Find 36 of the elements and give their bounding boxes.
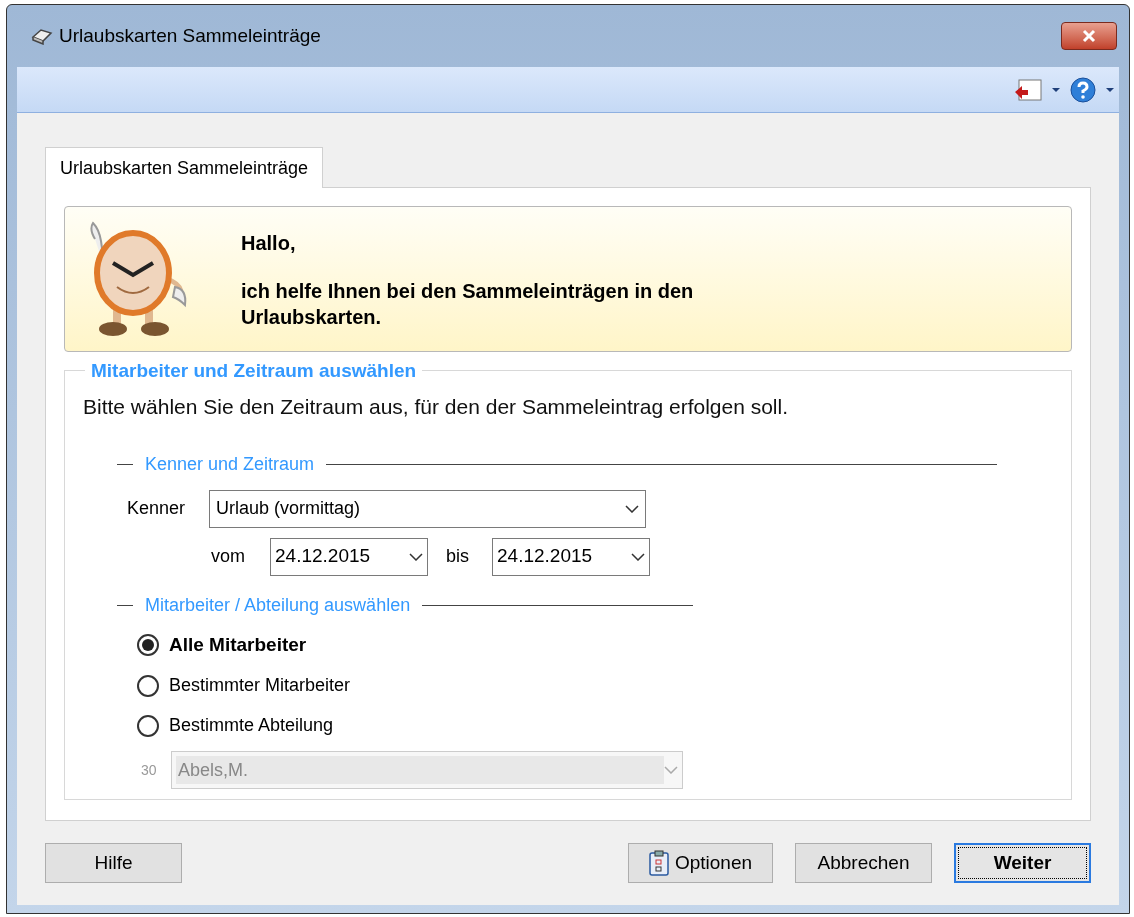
from-label: vom: [211, 545, 246, 568]
section-title: Kenner und Zeitraum: [144, 452, 316, 476]
to-date-picker[interactable]: 24.12.2015: [492, 537, 650, 576]
book-icon: [31, 27, 53, 45]
radio-option[interactable]: Bestimmte Abteilung: [137, 712, 1053, 739]
chevron-icon: [409, 552, 423, 561]
caret-icon[interactable]: [1105, 86, 1115, 93]
exit-icon[interactable]: [1013, 77, 1043, 102]
chevron-icon: [625, 504, 639, 513]
employee-number: 30: [141, 760, 158, 780]
dialog-button[interactable]: Weiter: [954, 843, 1091, 883]
instruction-text: Bitte wählen Sie den Zeitraum aus, für den der Sammeleintrag erfolgen soll.: [83, 394, 790, 420]
tab[interactable]: Urlaubskarten Sammeleinträge: [45, 147, 324, 188]
dialog-button[interactable]: Hilfe: [45, 843, 182, 883]
close-icon: [1081, 29, 1097, 43]
dialog-button[interactable]: Optionen: [628, 843, 773, 883]
chevron-icon: [664, 766, 678, 774]
chevron-icon: [631, 552, 645, 561]
close-button[interactable]: [1061, 22, 1117, 50]
from-date-picker[interactable]: 24.12.2015: [270, 537, 428, 576]
section-title: Mitarbeiter / Abteilung auswählen: [144, 593, 412, 617]
window-title: Urlaubskarten Sammeleinträge: [59, 23, 321, 48]
greeting-text: Hallo,: [241, 231, 297, 256]
caret-icon[interactable]: [1051, 86, 1061, 93]
help-icon[interactable]: [1069, 75, 1097, 104]
clipboard-icon: [648, 850, 669, 876]
help-message: ich helfe Ihnen bei den Sammeleinträgen in den Urlaubskarten.: [241, 279, 695, 330]
dialog-button[interactable]: Abbrechen: [795, 843, 932, 883]
radio-option[interactable]: Alle Mitarbeiter: [137, 630, 1053, 659]
to-label: bis: [446, 545, 470, 568]
radio-button[interactable]: [137, 714, 159, 737]
kenner-label: Kenner: [127, 497, 187, 520]
radio-option[interactable]: Bestimmter Mitarbeiter: [137, 672, 1053, 699]
radio-button[interactable]: [137, 674, 159, 697]
kenner-dropdown[interactable]: Urlaub (vormittag): [209, 489, 646, 528]
radio-button[interactable]: [137, 633, 159, 656]
